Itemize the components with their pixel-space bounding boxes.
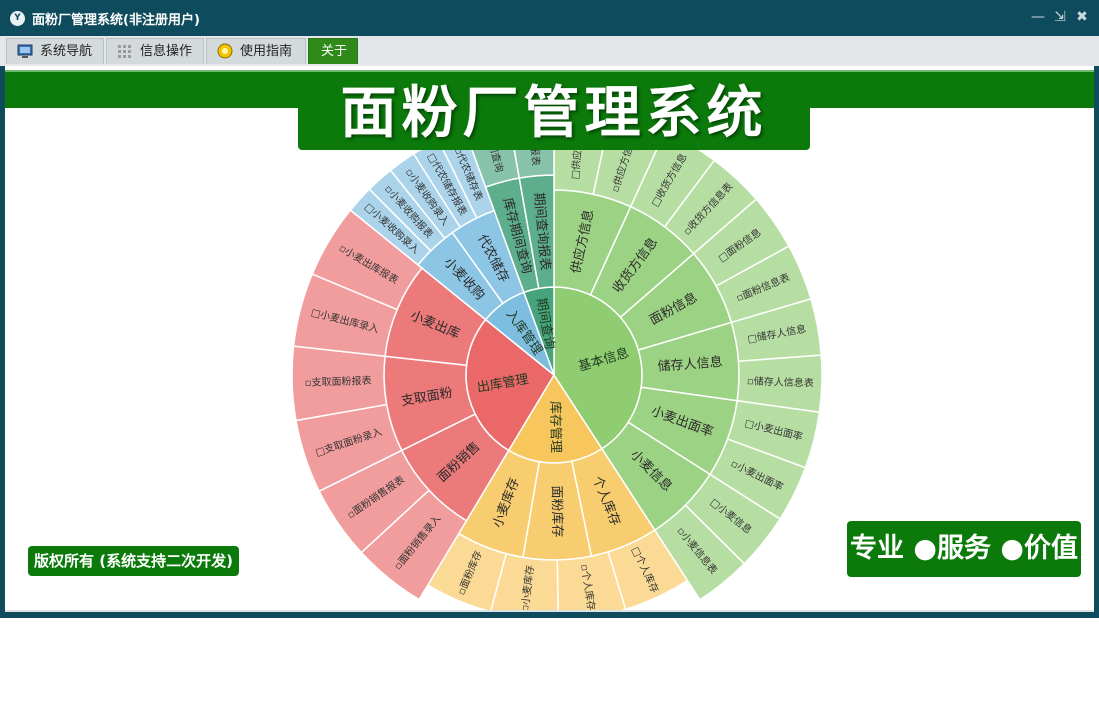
help-bulb-icon bbox=[217, 43, 233, 59]
tab-label: 使用指南 bbox=[240, 44, 293, 59]
window-title: 面粉厂管理系统(非注册用户) bbox=[32, 13, 200, 28]
monitor-icon bbox=[17, 44, 33, 58]
tab-system-navigation[interactable]: 系统导航 bbox=[6, 38, 104, 64]
menu-item-label: 面粉库存 bbox=[548, 485, 565, 537]
app-logo-icon: Y bbox=[10, 11, 25, 26]
bottom-divider bbox=[5, 610, 1094, 612]
page-title: 面粉厂管理系统 bbox=[298, 78, 810, 150]
restore-icon[interactable]: ⇲ bbox=[1052, 9, 1068, 25]
grid-icon bbox=[118, 45, 131, 58]
tab-user-guide[interactable]: 使用指南 bbox=[206, 38, 306, 64]
title-bar: Y 面粉厂管理系统(非注册用户) — ⇲ ✖ bbox=[0, 0, 1099, 36]
content-area: 基本信息 库存管理 出库管理 入库管理 期间查询 供应方信息 收货方信息 面粉信息 储存人信息小… bbox=[5, 66, 1094, 612]
tab-label: 系统导航 bbox=[40, 44, 93, 59]
toolbar: 系统导航 信息操作 使用指南 关于 bbox=[0, 36, 1099, 66]
slogan-badge: 专业 ●服务 ●价值 bbox=[847, 521, 1081, 577]
center-label: 库存管理 bbox=[547, 401, 564, 453]
tab-info-operation[interactable]: 信息操作 bbox=[106, 38, 204, 64]
tab-about[interactable]: 关于 bbox=[308, 38, 358, 64]
close-icon[interactable]: ✖ bbox=[1074, 9, 1090, 25]
tab-label: 关于 bbox=[321, 44, 348, 59]
minimize-icon[interactable]: — bbox=[1030, 9, 1046, 25]
app-window: Y 面粉厂管理系统(非注册用户) — ⇲ ✖ 系统导航 信息操作 使用指南 关于… bbox=[0, 0, 1099, 618]
copyright-label: 版权所有 (系统支持二次开发) bbox=[28, 546, 239, 576]
tab-label: 信息操作 bbox=[140, 44, 193, 59]
